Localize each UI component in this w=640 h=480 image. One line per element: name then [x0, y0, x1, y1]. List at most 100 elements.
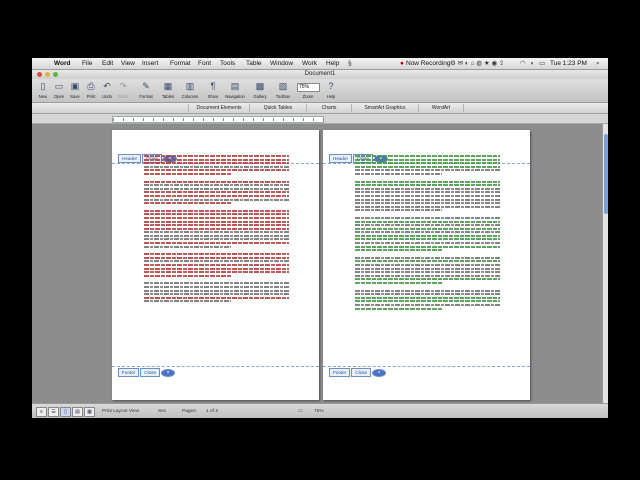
text-line: [355, 173, 442, 175]
toolbox-button[interactable]: ▨ Toolbox: [272, 81, 294, 101]
ruler-tick: [123, 118, 124, 121]
page-1[interactable]: Header Close× FooterClose×: [112, 130, 319, 400]
zoom-spacer: [303, 81, 313, 91]
header-label: Header: [118, 154, 141, 163]
menu-format[interactable]: Format: [170, 60, 191, 67]
menu-insert[interactable]: Insert: [142, 60, 158, 67]
text-line: [355, 224, 500, 226]
horizontal-ruler[interactable]: [32, 114, 608, 124]
script-menu-icon[interactable]: §: [348, 60, 352, 67]
text-line: [355, 228, 500, 230]
navigation-button[interactable]: ▤ Navigation: [224, 81, 246, 101]
zoom-status[interactable]: 75%: [314, 408, 324, 415]
print-layout-view-icon[interactable]: ▯: [60, 407, 71, 417]
text-line: [144, 221, 289, 223]
footer-close-button[interactable]: Close: [351, 368, 371, 377]
text-line: [144, 162, 289, 164]
gallery-label: Gallery: [249, 94, 271, 99]
text-line: [144, 159, 289, 161]
footer-tag: Footer Close ×: [118, 368, 176, 376]
menu-window[interactable]: Window: [270, 60, 293, 67]
pages-label: Pages:: [182, 408, 197, 415]
tables-button[interactable]: ▦ Tables: [157, 81, 179, 101]
spotlight-icon[interactable]: ⌕: [596, 60, 600, 67]
volume-icon[interactable]: ◖: [530, 60, 534, 67]
text-line: [355, 202, 500, 204]
close-icon[interactable]: ×: [161, 369, 175, 377]
document-area[interactable]: HeaderClose× FooterClose× HeaderClose× F…: [32, 124, 602, 403]
page-2[interactable]: Header Close× FooterClose×: [323, 130, 530, 400]
menu-help[interactable]: Help: [326, 60, 339, 67]
menu-word[interactable]: Word: [54, 60, 71, 67]
show-label: Show: [202, 94, 224, 99]
outline-view-icon[interactable]: ☰: [48, 407, 59, 417]
help-button[interactable]: ? Help: [320, 81, 342, 101]
body-text[interactable]: [144, 155, 289, 308]
text-line: [355, 271, 500, 273]
menu-font[interactable]: Font: [198, 60, 211, 67]
format-button[interactable]: ✎ Format: [135, 81, 157, 101]
ruler-tick: [293, 118, 294, 121]
publishing-view-icon[interactable]: ▦: [84, 407, 95, 417]
battery-icon[interactable]: ▭: [539, 60, 545, 67]
close-icon[interactable]: ×: [372, 369, 386, 377]
redo-icon: ↷: [118, 81, 128, 91]
tab-quick-tables[interactable]: Quick Tables: [249, 104, 306, 112]
text-line: [355, 282, 442, 284]
ruler-tick: [173, 118, 174, 121]
text-line: [355, 184, 500, 186]
text-line: [355, 217, 500, 219]
text-line: [355, 257, 500, 259]
pages-value: 1 of 2: [206, 408, 218, 415]
gallery-button[interactable]: ▩ Gallery: [249, 81, 271, 101]
tab-document-elements[interactable]: Document Elements: [188, 104, 249, 112]
text-line: [355, 209, 442, 211]
footer-close-button[interactable]: Close: [140, 368, 160, 377]
text-line: [355, 308, 442, 310]
draft-view-icon[interactable]: ≡: [36, 407, 47, 417]
text-line: [355, 235, 500, 237]
text-line: [355, 206, 500, 208]
notebook-view-icon[interactable]: ▤: [72, 407, 83, 417]
text-line: [144, 257, 289, 259]
ruler-tick: [133, 118, 134, 121]
text-line: [144, 188, 289, 190]
show-button[interactable]: ¶ Show: [202, 81, 224, 101]
wifi-icon[interactable]: ◠: [520, 60, 526, 67]
tables-label: Tables: [157, 94, 179, 99]
columns-button[interactable]: ▥ Columns: [179, 81, 201, 101]
toolbox-icon: ▨: [278, 81, 288, 91]
ruler-tick: [203, 118, 204, 121]
footer-label: Footer: [118, 368, 139, 377]
tab-charts[interactable]: Charts: [306, 104, 351, 112]
text-line: [355, 169, 500, 171]
body-text[interactable]: [355, 155, 500, 315]
view-name: Print Layout View: [102, 408, 139, 415]
menu-clock[interactable]: Tue 1:23 PM: [550, 60, 587, 67]
track-changes-icon[interactable]: ▭: [298, 408, 303, 415]
menu-tools[interactable]: Tools: [220, 60, 235, 67]
ruler-tick: [303, 118, 304, 121]
vertical-scrollbar[interactable]: [602, 124, 608, 403]
menu-table[interactable]: Table: [246, 60, 262, 67]
menu-view[interactable]: View: [121, 60, 135, 67]
menu-edit[interactable]: Edit: [102, 60, 113, 67]
recording-status: Now Recording: [406, 60, 450, 67]
text-line: [355, 278, 500, 280]
text-line: [355, 238, 500, 240]
menu-work[interactable]: Work: [302, 60, 317, 67]
text-line: [144, 271, 289, 273]
tab-smartart-graphics[interactable]: SmartArt Graphics: [351, 104, 418, 112]
zoom-label: Zoom: [297, 94, 319, 99]
menu-file[interactable]: File: [82, 60, 92, 67]
redo-button[interactable]: ↷ Redo: [112, 81, 134, 101]
text-line: [355, 297, 500, 299]
text-line: [144, 195, 289, 197]
help-label: Help: [320, 94, 342, 99]
printer-icon: ⎙: [86, 81, 96, 91]
text-line: [355, 304, 500, 306]
text-line: [144, 210, 289, 212]
scrollbar-thumb[interactable]: [604, 134, 608, 214]
tab-wordart[interactable]: WordArt: [418, 104, 464, 112]
ruler-strip[interactable]: [112, 116, 324, 123]
